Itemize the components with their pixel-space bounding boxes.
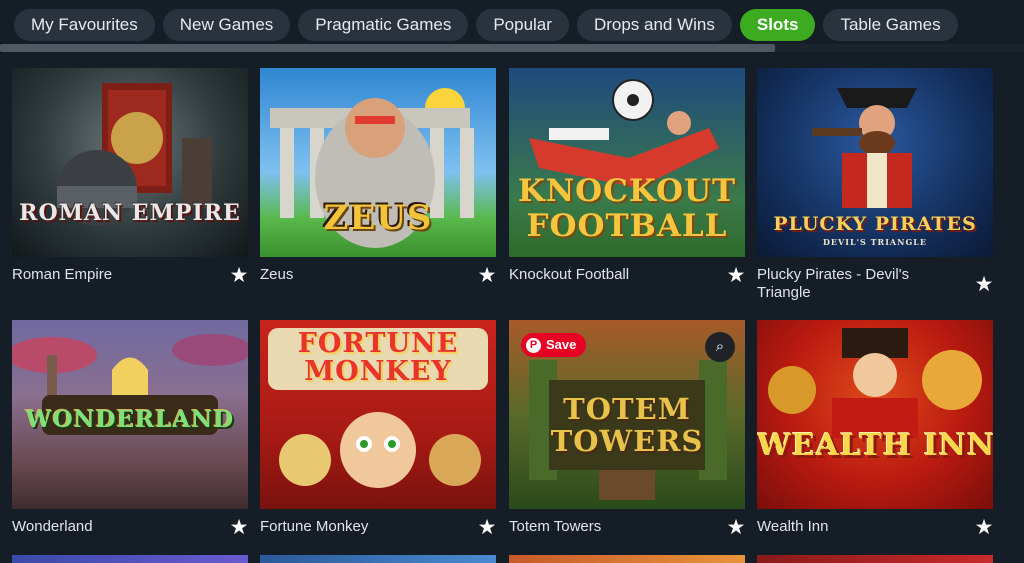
star-icon[interactable]: ★	[228, 517, 250, 539]
game-thumbnail[interactable]: TOTEM TOWERS P Save ⌕	[509, 320, 745, 509]
game-thumbnail[interactable]: FORTUNE MONKEY	[260, 320, 496, 509]
game-thumbnail[interactable]: PLUCKY PIRATES DEVIL'S TRIANGLE	[757, 68, 993, 257]
star-icon[interactable]: ★	[973, 274, 995, 296]
game-card-wonderland[interactable]: WONDERLAND Wonderland ★	[12, 320, 248, 539]
game-title: Fortune Monkey	[260, 518, 369, 535]
star-icon[interactable]: ★	[476, 265, 498, 287]
game-title: Plucky Pirates - Devil's Triangle	[757, 266, 910, 301]
game-title: Wealth Inn	[757, 518, 829, 535]
star-icon[interactable]: ★	[973, 517, 995, 539]
star-icon[interactable]: ★	[228, 265, 250, 287]
game-title: Roman Empire	[12, 266, 113, 283]
star-icon[interactable]: ★	[725, 265, 747, 287]
game-thumbnail[interactable]: ROMAN EMPIRE	[12, 68, 248, 257]
game-thumbnail-partial[interactable]	[757, 555, 993, 563]
game-logo-line1: KNOCKOUT	[517, 173, 737, 209]
star-icon[interactable]: ★	[476, 517, 498, 539]
game-card-wealth-inn[interactable]: WEALTH INN Wealth Inn ★	[757, 320, 993, 539]
save-label: Save	[546, 337, 577, 352]
game-logo: ROMAN EMPIRE	[19, 200, 241, 226]
game-title: Knockout Football	[509, 266, 630, 283]
game-card-fortune-monkey[interactable]: FORTUNE MONKEY Fortune Monkey ★	[260, 320, 496, 539]
game-card-plucky-pirates[interactable]: PLUCKY PIRATES DEVIL'S TRIANGLE Plucky P…	[757, 68, 993, 301]
pinterest-icon: P	[526, 337, 541, 353]
game-logo: WEALTH INN	[757, 428, 993, 463]
game-title: Totem Towers	[509, 518, 602, 535]
game-card-knockout-football[interactable]: KNOCKOUT FOOTBALL Knockout Football ★	[509, 68, 745, 287]
game-thumbnail-partial[interactable]	[509, 555, 745, 563]
game-title: Wonderland	[12, 518, 93, 535]
game-thumbnail[interactable]: ZEUS	[260, 68, 496, 257]
game-thumbnail[interactable]: WONDERLAND	[12, 320, 248, 509]
game-card-zeus[interactable]: ZEUS Zeus ★	[260, 68, 496, 287]
game-logo: WONDERLAND	[25, 406, 235, 433]
lens-icon[interactable]: ⌕	[705, 332, 735, 362]
game-thumbnail-partial[interactable]	[12, 555, 248, 563]
game-thumbnail[interactable]: WEALTH INN	[757, 320, 993, 509]
game-thumbnail-partial[interactable]	[260, 555, 496, 563]
game-card-totem-towers[interactable]: TOTEM TOWERS P Save ⌕ Totem Towers ★	[509, 320, 745, 539]
game-logo: ZEUS	[323, 198, 433, 238]
pinterest-save-button[interactable]: P Save	[521, 333, 587, 357]
game-logo-line2: FOOTBALL	[526, 208, 728, 244]
game-logo-sub: DEVIL'S TRIANGLE	[822, 237, 928, 247]
game-thumbnail[interactable]: KNOCKOUT FOOTBALL	[509, 68, 745, 257]
game-card-roman-empire[interactable]: ROMAN EMPIRE Roman Empire ★	[12, 68, 248, 287]
star-icon[interactable]: ★	[725, 517, 747, 539]
game-logo-line2: MONKEY	[304, 356, 452, 387]
game-logo: PLUCKY PIRATES	[773, 213, 977, 235]
game-title: Zeus	[260, 266, 294, 283]
game-logo-line2: TOWERS	[550, 424, 704, 458]
wealth-god-artwork	[768, 328, 982, 438]
game-logo-line1: FORTUNE	[297, 328, 459, 359]
game-logo-line1: TOTEM	[563, 392, 691, 426]
games-grid: ROMAN EMPIRE Roman Empire ★ ZEUS Zeus ★	[0, 0, 1024, 563]
roman-helmet-artwork	[57, 83, 212, 226]
